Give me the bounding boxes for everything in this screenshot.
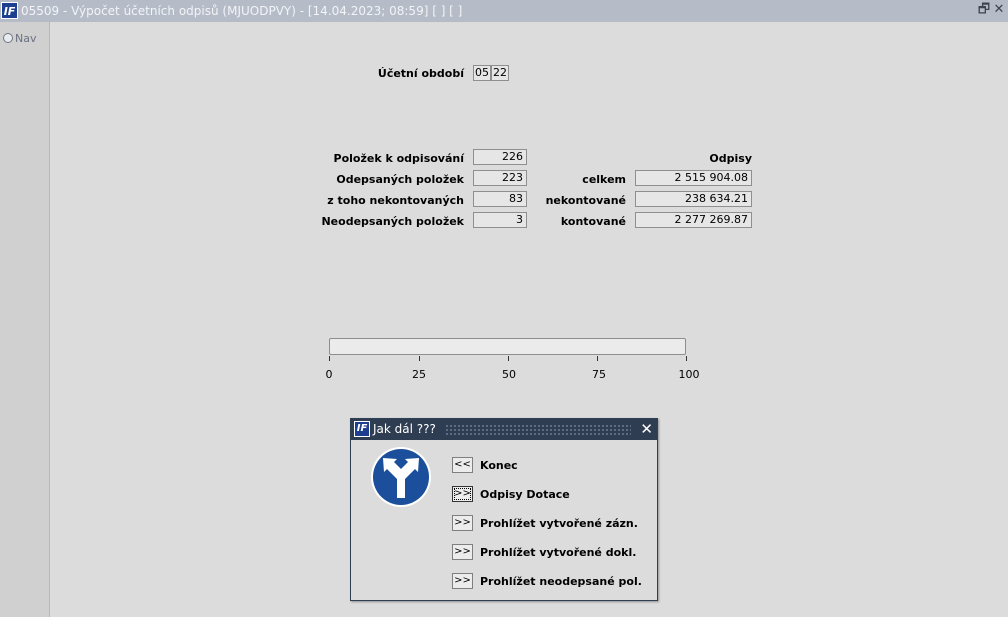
dialog-titlebar[interactable]: IF Jak dál ??? ✕	[351, 419, 657, 440]
odpisy-label-posted: kontované	[560, 215, 626, 228]
odpisy-label-unposted: nekontované	[545, 194, 626, 207]
nav-tab[interactable]: Nav	[3, 32, 36, 45]
view-not-depreciated-label: Prohlížet neodepsané pol.	[480, 575, 642, 588]
progress-tick-label: 75	[592, 368, 606, 381]
count-label-depreciated: Odepsaných položek	[336, 173, 464, 186]
count-label-unposted: z toho nekontovaných	[327, 194, 464, 207]
odpisy-field-posted[interactable]: 2 277 269.87	[635, 212, 752, 228]
count-label-to-depreciate: Položek k odpisování	[333, 152, 464, 165]
count-field-not-depreciated[interactable]: 3	[473, 212, 527, 228]
direction-split-arrow-icon	[371, 447, 431, 507]
next-step-dialog: IF Jak dál ??? ✕ << Konec >> Odpisy Dota…	[350, 418, 658, 601]
view-not-depreciated-button[interactable]: >>	[452, 573, 473, 589]
progress-tick	[329, 356, 330, 361]
app-logo-icon: IF	[354, 421, 370, 437]
odpisy-field-unposted[interactable]: 238 634.21	[635, 191, 752, 207]
exit-button[interactable]: <<	[452, 457, 473, 473]
count-field-unposted[interactable]: 83	[473, 191, 527, 207]
odpisy-heading: Odpisy	[709, 152, 752, 165]
odpisy-label-total: celkem	[582, 173, 626, 186]
dialog-title: Jak dál ???	[373, 422, 436, 436]
period-label: Účetní období	[377, 67, 464, 80]
view-created-documents-button[interactable]: >>	[452, 544, 473, 560]
progress-tick	[508, 356, 509, 361]
sidebar: Nav	[0, 22, 50, 617]
progress-tick-label: 0	[325, 368, 333, 381]
exit-label: Konec	[480, 459, 518, 472]
window-title: 05509 - Výpočet účetních odpisů (MJUODPV…	[21, 4, 463, 18]
progress-tick	[686, 356, 687, 361]
period-year-field[interactable]: 22	[491, 65, 509, 81]
app-logo-icon: IF	[1, 2, 18, 19]
progress-tick-label: 100	[678, 368, 700, 381]
nav-radio-icon	[3, 33, 13, 43]
nav-label: Nav	[15, 32, 37, 45]
drag-grip[interactable]	[445, 424, 631, 435]
count-label-not-depreciated: Neodepsaných položek	[321, 215, 464, 228]
restore-icon[interactable]: 🗗	[977, 3, 991, 17]
window-titlebar: IF 05509 - Výpočet účetních odpisů (MJUO…	[0, 0, 1008, 22]
progress-tick	[419, 356, 420, 361]
view-created-documents-label: Prohlížet vytvořené dokl.	[480, 546, 637, 559]
progress-bar	[329, 338, 686, 355]
count-field-depreciated[interactable]: 223	[473, 170, 527, 186]
progress-tick	[597, 356, 598, 361]
odpisy-field-total[interactable]: 2 515 904.08	[635, 170, 752, 186]
progress-tick-label: 50	[502, 368, 516, 381]
dialog-close-icon[interactable]: ✕	[640, 420, 653, 438]
view-created-records-label: Prohlížet vytvořené zázn.	[480, 517, 638, 530]
period-month-field[interactable]: 05	[473, 65, 491, 81]
count-field-to-depreciate[interactable]: 226	[473, 149, 527, 165]
subsidy-depreciation-button[interactable]: >>	[452, 486, 473, 502]
close-icon[interactable]: ✕	[992, 3, 1006, 17]
subsidy-depreciation-label: Odpisy Dotace	[480, 488, 570, 501]
progress-tick-label: 25	[412, 368, 426, 381]
view-created-records-button[interactable]: >>	[452, 515, 473, 531]
